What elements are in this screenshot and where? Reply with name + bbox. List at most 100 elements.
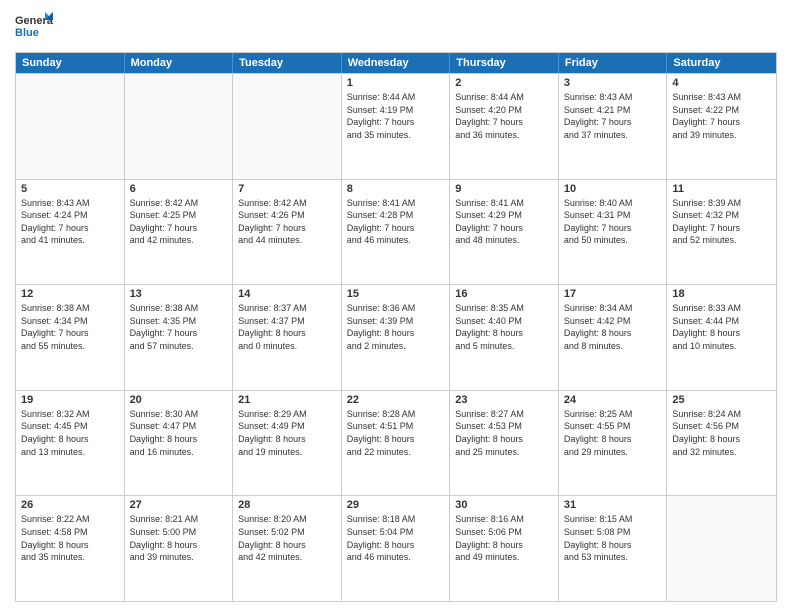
- day-number: 30: [455, 499, 553, 511]
- day-number: 16: [455, 288, 553, 300]
- day-info: Sunrise: 8:43 AM Sunset: 4:24 PM Dayligh…: [21, 197, 119, 247]
- logo: GeneralBlue: [15, 10, 53, 46]
- page: GeneralBlue SundayMondayTuesdayWednesday…: [0, 0, 792, 612]
- calendar-cell: 7 Sunrise: 8:42 AM Sunset: 4:26 PM Daylig…: [233, 180, 342, 285]
- calendar-cell: 22 Sunrise: 8:28 AM Sunset: 4:51 PM Dayli…: [342, 391, 451, 496]
- calendar-cell: 6 Sunrise: 8:42 AM Sunset: 4:25 PM Daylig…: [125, 180, 234, 285]
- day-info: Sunrise: 8:32 AM Sunset: 4:45 PM Dayligh…: [21, 408, 119, 458]
- day-number: 11: [672, 183, 771, 195]
- calendar-cell: 24 Sunrise: 8:25 AM Sunset: 4:55 PM Dayli…: [559, 391, 668, 496]
- day-info: Sunrise: 8:24 AM Sunset: 4:56 PM Dayligh…: [672, 408, 771, 458]
- day-info: Sunrise: 8:22 AM Sunset: 4:58 PM Dayligh…: [21, 513, 119, 563]
- calendar-cell: 16Sunrise: 8:35 AM Sunset: 4:40 PM Dayli…: [450, 285, 559, 390]
- day-info: Sunrise: 8:27 AM Sunset: 4:53 PM Dayligh…: [455, 408, 553, 458]
- day-info: Sunrise: 8:30 AM Sunset: 4:47 PM Dayligh…: [130, 408, 228, 458]
- svg-text:Blue: Blue: [15, 27, 39, 39]
- calendar-cell: 12 Sunrise: 8:38 AM Sunset: 4:34 PM Dayli…: [16, 285, 125, 390]
- day-info: Sunrise: 8:40 AM Sunset: 4:31 PM Dayligh…: [564, 197, 662, 247]
- calendar-row: 1Sunrise: 8:44 AM Sunset: 4:19 PM Daylig…: [16, 73, 776, 179]
- day-number: 7: [238, 183, 336, 195]
- day-info: Sunrise: 8:38 AM Sunset: 4:35 PM Dayligh…: [130, 302, 228, 352]
- calendar-cell: 23Sunrise: 8:27 AM Sunset: 4:53 PM Dayli…: [450, 391, 559, 496]
- day-number: 18: [672, 288, 771, 300]
- calendar-cell: 14Sunrise: 8:37 AM Sunset: 4:37 PM Dayli…: [233, 285, 342, 390]
- calendar-cell: 25 Sunrise: 8:24 AM Sunset: 4:56 PM Dayli…: [667, 391, 776, 496]
- calendar-cell: 13 Sunrise: 8:38 AM Sunset: 4:35 PM Dayli…: [125, 285, 234, 390]
- day-info: Sunrise: 8:18 AM Sunset: 5:04 PM Dayligh…: [347, 513, 445, 563]
- day-info: Sunrise: 8:34 AM Sunset: 4:42 PM Dayligh…: [564, 302, 662, 352]
- calendar-cell: 15 Sunrise: 8:36 AM Sunset: 4:39 PM Dayli…: [342, 285, 451, 390]
- day-number: 27: [130, 499, 228, 511]
- calendar-cell: 31 Sunrise: 8:15 AM Sunset: 5:08 PM Dayli…: [559, 496, 668, 601]
- calendar: SundayMondayTuesdayWednesdayThursdayFrid…: [15, 52, 777, 602]
- day-number: 9: [455, 183, 553, 195]
- day-number: 8: [347, 183, 445, 195]
- day-number: 6: [130, 183, 228, 195]
- day-info: Sunrise: 8:41 AM Sunset: 4:29 PM Dayligh…: [455, 197, 553, 247]
- day-number: 26: [21, 499, 119, 511]
- calendar-cell: 26 Sunrise: 8:22 AM Sunset: 4:58 PM Dayli…: [16, 496, 125, 601]
- calendar-cell: 3 Sunrise: 8:43 AM Sunset: 4:21 PM Daylig…: [559, 74, 668, 179]
- weekday-header: Tuesday: [233, 53, 342, 73]
- day-number: 19: [21, 394, 119, 406]
- calendar-cell: 8 Sunrise: 8:41 AM Sunset: 4:28 PM Daylig…: [342, 180, 451, 285]
- day-info: Sunrise: 8:25 AM Sunset: 4:55 PM Dayligh…: [564, 408, 662, 458]
- calendar-cell: 18 Sunrise: 8:33 AM Sunset: 4:44 PM Dayli…: [667, 285, 776, 390]
- day-number: 3: [564, 77, 662, 89]
- calendar-cell: 5 Sunrise: 8:43 AM Sunset: 4:24 PM Daylig…: [16, 180, 125, 285]
- day-info: Sunrise: 8:29 AM Sunset: 4:49 PM Dayligh…: [238, 408, 336, 458]
- calendar-row: 26 Sunrise: 8:22 AM Sunset: 4:58 PM Dayli…: [16, 495, 776, 601]
- day-number: 25: [672, 394, 771, 406]
- day-info: Sunrise: 8:15 AM Sunset: 5:08 PM Dayligh…: [564, 513, 662, 563]
- calendar-cell: 29 Sunrise: 8:18 AM Sunset: 5:04 PM Dayli…: [342, 496, 451, 601]
- calendar-cell: [233, 74, 342, 179]
- calendar-cell: 30 Sunrise: 8:16 AM Sunset: 5:06 PM Dayli…: [450, 496, 559, 601]
- day-number: 13: [130, 288, 228, 300]
- day-info: Sunrise: 8:21 AM Sunset: 5:00 PM Dayligh…: [130, 513, 228, 563]
- day-info: Sunrise: 8:44 AM Sunset: 4:20 PM Dayligh…: [455, 91, 553, 141]
- weekday-header: Monday: [125, 53, 234, 73]
- calendar-cell: 9 Sunrise: 8:41 AM Sunset: 4:29 PM Daylig…: [450, 180, 559, 285]
- day-number: 21: [238, 394, 336, 406]
- logo-icon: GeneralBlue: [15, 10, 53, 46]
- day-number: 31: [564, 499, 662, 511]
- calendar-row: 12 Sunrise: 8:38 AM Sunset: 4:34 PM Dayli…: [16, 284, 776, 390]
- day-info: Sunrise: 8:33 AM Sunset: 4:44 PM Dayligh…: [672, 302, 771, 352]
- day-number: 5: [21, 183, 119, 195]
- day-info: Sunrise: 8:42 AM Sunset: 4:26 PM Dayligh…: [238, 197, 336, 247]
- day-number: 15: [347, 288, 445, 300]
- calendar-cell: 19 Sunrise: 8:32 AM Sunset: 4:45 PM Dayli…: [16, 391, 125, 496]
- weekday-header: Wednesday: [342, 53, 451, 73]
- day-number: 10: [564, 183, 662, 195]
- weekday-header: Sunday: [16, 53, 125, 73]
- day-info: Sunrise: 8:20 AM Sunset: 5:02 PM Dayligh…: [238, 513, 336, 563]
- calendar-cell: 2 Sunrise: 8:44 AM Sunset: 4:20 PM Daylig…: [450, 74, 559, 179]
- day-info: Sunrise: 8:43 AM Sunset: 4:21 PM Dayligh…: [564, 91, 662, 141]
- day-number: 20: [130, 394, 228, 406]
- calendar-cell: [125, 74, 234, 179]
- day-info: Sunrise: 8:16 AM Sunset: 5:06 PM Dayligh…: [455, 513, 553, 563]
- day-info: Sunrise: 8:37 AM Sunset: 4:37 PM Dayligh…: [238, 302, 336, 352]
- day-number: 24: [564, 394, 662, 406]
- weekday-header: Saturday: [667, 53, 776, 73]
- day-number: 1: [347, 77, 445, 89]
- day-number: 12: [21, 288, 119, 300]
- calendar-body: 1Sunrise: 8:44 AM Sunset: 4:19 PM Daylig…: [16, 73, 776, 601]
- header: GeneralBlue: [15, 10, 777, 46]
- day-info: Sunrise: 8:39 AM Sunset: 4:32 PM Dayligh…: [672, 197, 771, 247]
- weekday-header: Thursday: [450, 53, 559, 73]
- day-number: 29: [347, 499, 445, 511]
- day-number: 22: [347, 394, 445, 406]
- day-info: Sunrise: 8:28 AM Sunset: 4:51 PM Dayligh…: [347, 408, 445, 458]
- calendar-cell: 27 Sunrise: 8:21 AM Sunset: 5:00 PM Dayli…: [125, 496, 234, 601]
- day-info: Sunrise: 8:43 AM Sunset: 4:22 PM Dayligh…: [672, 91, 771, 141]
- weekday-header: Friday: [559, 53, 668, 73]
- day-info: Sunrise: 8:38 AM Sunset: 4:34 PM Dayligh…: [21, 302, 119, 352]
- day-number: 2: [455, 77, 553, 89]
- calendar-cell: [16, 74, 125, 179]
- day-info: Sunrise: 8:41 AM Sunset: 4:28 PM Dayligh…: [347, 197, 445, 247]
- day-info: Sunrise: 8:36 AM Sunset: 4:39 PM Dayligh…: [347, 302, 445, 352]
- day-info: Sunrise: 8:42 AM Sunset: 4:25 PM Dayligh…: [130, 197, 228, 247]
- calendar-cell: 21 Sunrise: 8:29 AM Sunset: 4:49 PM Dayli…: [233, 391, 342, 496]
- calendar-cell: 20 Sunrise: 8:30 AM Sunset: 4:47 PM Dayli…: [125, 391, 234, 496]
